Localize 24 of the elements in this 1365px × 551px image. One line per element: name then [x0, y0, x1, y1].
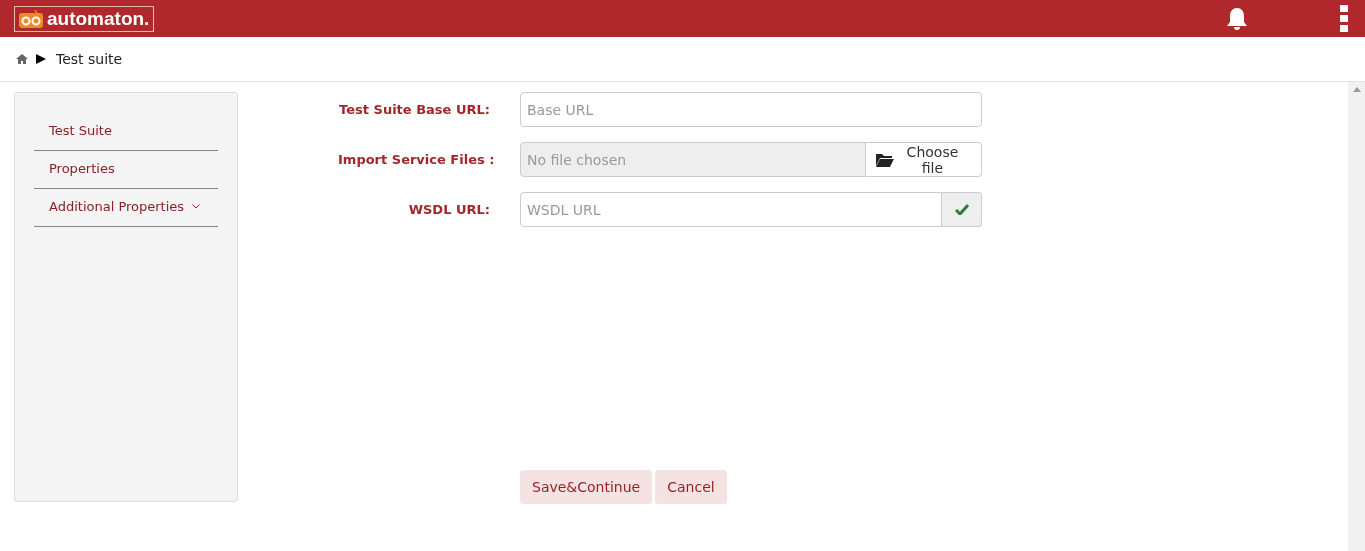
folder-icon — [876, 152, 894, 167]
robot-icon — [19, 9, 43, 28]
text-field[interactable]: WSDL URL — [520, 192, 942, 227]
file-status: No file chosen — [520, 142, 866, 177]
menu-icon[interactable] — [1340, 4, 1348, 33]
verify-button[interactable] — [942, 192, 982, 227]
field-label: Test Suite Base URL: — [338, 102, 490, 117]
checkmark-icon — [954, 204, 969, 215]
bell-icon[interactable] — [1226, 6, 1248, 31]
sidebar-item[interactable]: Additional Properties — [34, 189, 218, 227]
logo[interactable]: automaton. — [14, 5, 155, 32]
caret-icon — [36, 54, 46, 64]
chevron-down-icon — [192, 204, 201, 209]
sidebar-item[interactable]: Test Suite — [34, 113, 218, 151]
home-icon[interactable] — [16, 54, 28, 64]
field-label: WSDL URL: — [407, 202, 490, 217]
breadcrumb-item: Test suite — [56, 51, 123, 67]
scrollbar[interactable] — [1348, 82, 1365, 551]
choose-file-button[interactable]: Choose file — [866, 142, 982, 177]
text-field[interactable]: Base URL — [520, 92, 982, 127]
logo-text: automaton. — [47, 7, 150, 30]
sidebar-item[interactable]: Properties — [34, 151, 218, 189]
cancel-button[interactable]: Cancel — [655, 470, 727, 504]
save-continue-button[interactable]: Save&Continue — [520, 470, 653, 504]
